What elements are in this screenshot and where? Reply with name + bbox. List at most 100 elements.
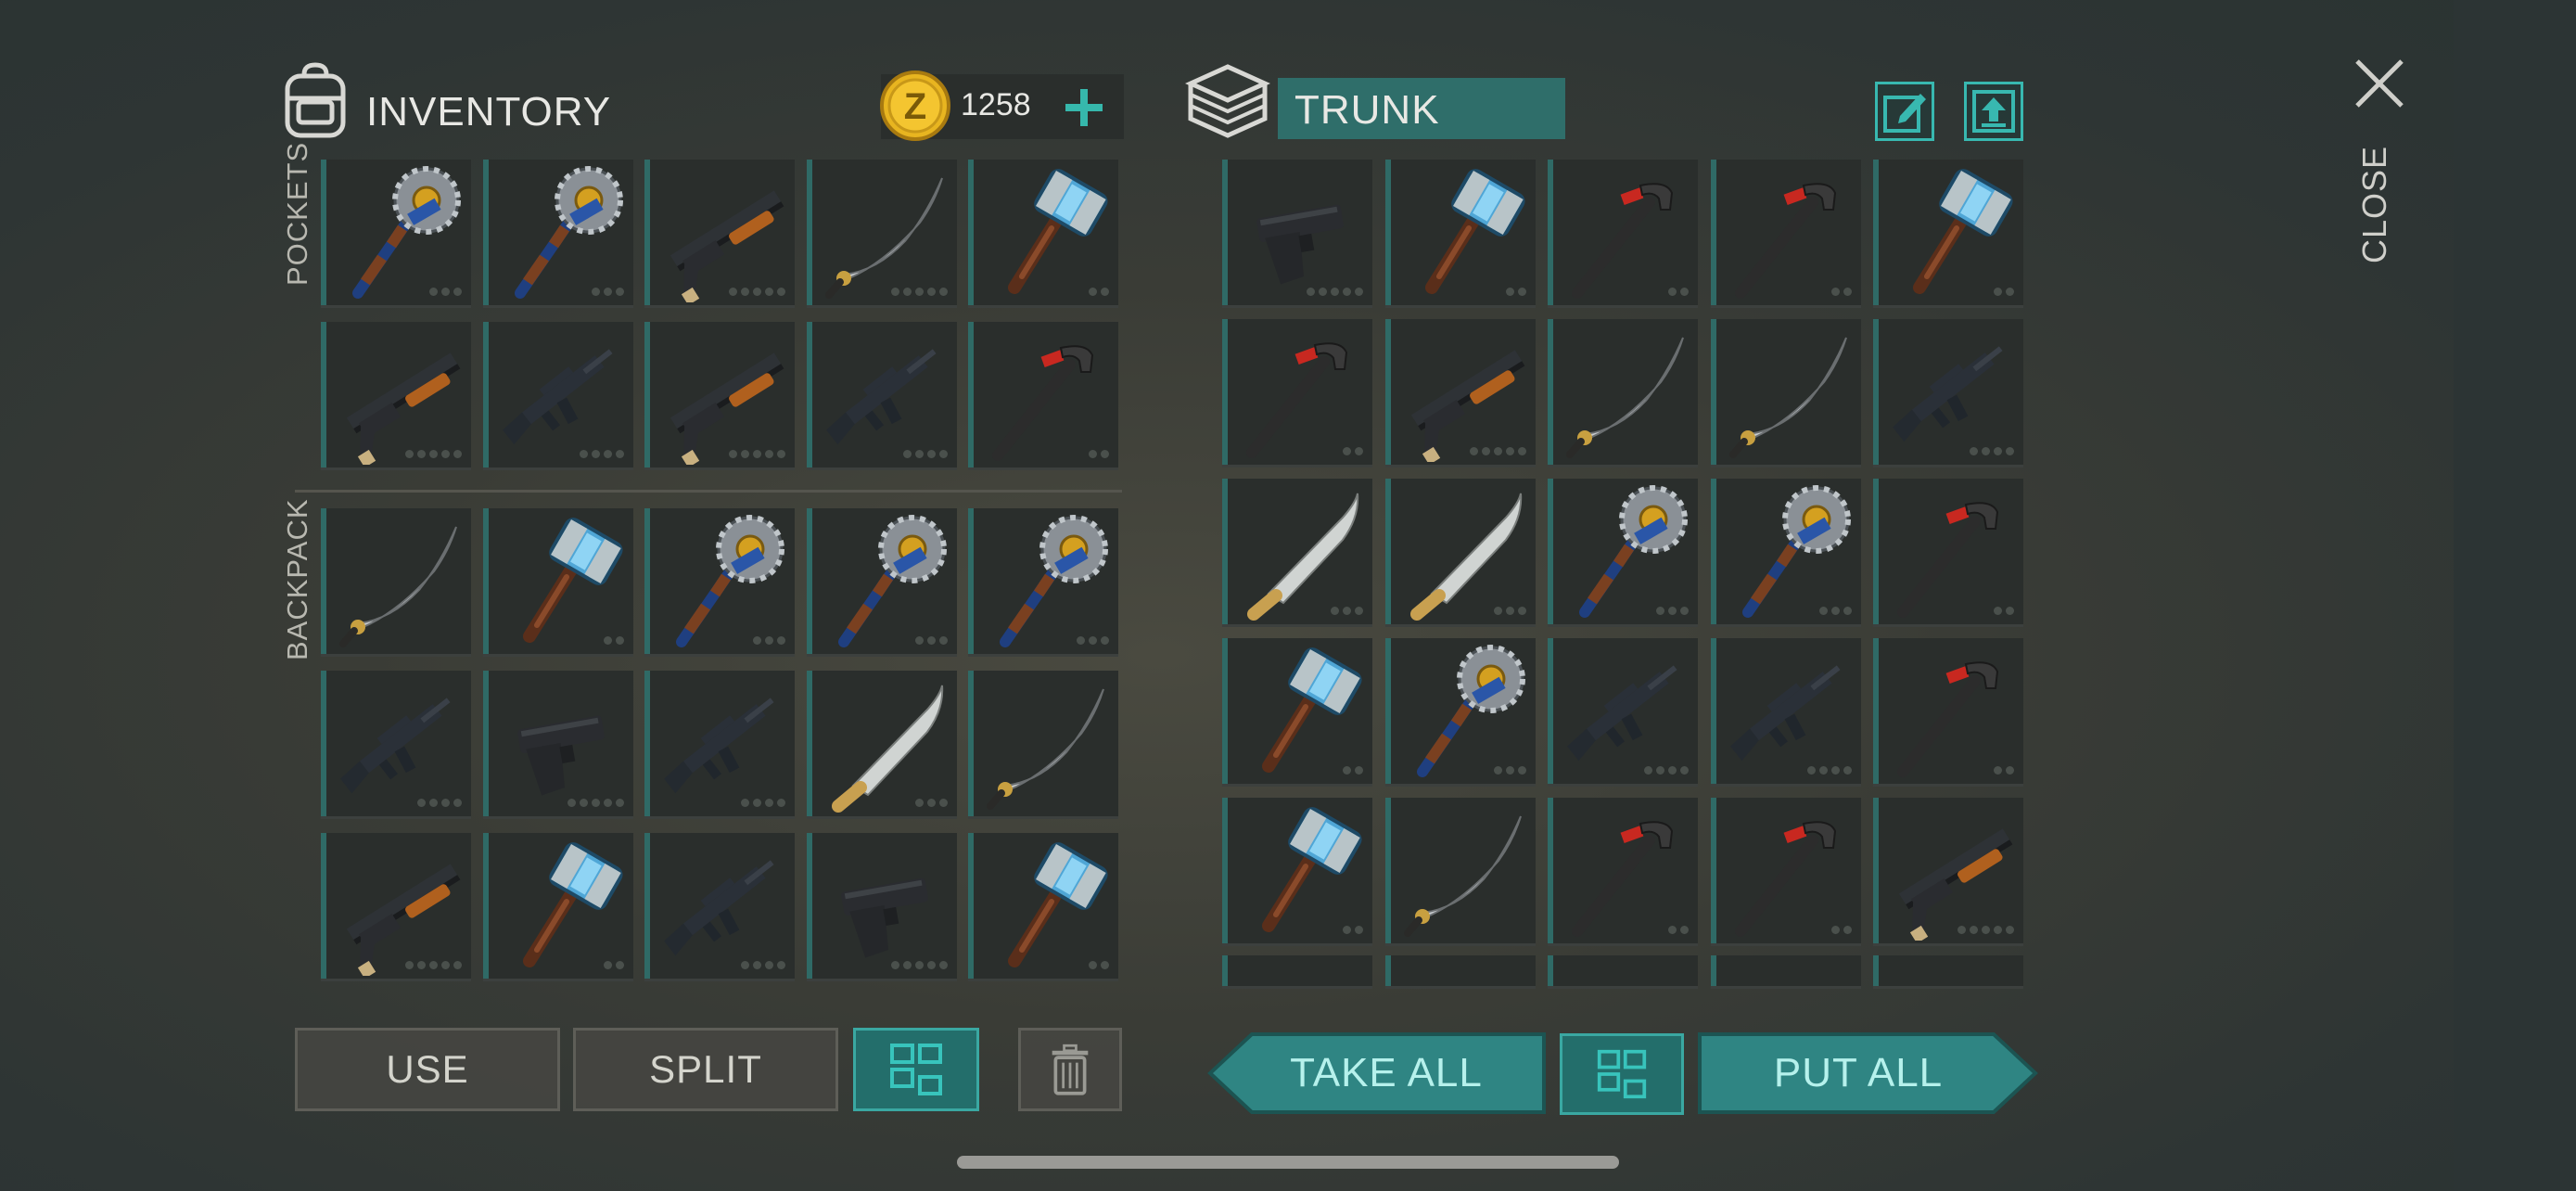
inventory-slot[interactable]: [1873, 798, 2023, 946]
inventory-slot[interactable]: [644, 671, 795, 819]
durability-dots: [729, 450, 785, 458]
split-button[interactable]: SPLIT: [573, 1028, 838, 1111]
durability-dots: [1970, 447, 2014, 455]
inventory-slot[interactable]: [321, 508, 471, 657]
inventory-slot[interactable]: [806, 508, 957, 657]
use-button[interactable]: USE: [295, 1028, 560, 1111]
inventory-slot[interactable]: [968, 671, 1118, 819]
inventory-slot[interactable]: [1548, 160, 1698, 308]
inventory-slot[interactable]: [1384, 479, 1536, 627]
spiked-mace-icon: [352, 166, 461, 299]
inventory-slot[interactable]: [968, 322, 1118, 470]
empty-slot[interactable]: [1710, 955, 1861, 989]
close-label[interactable]: CLOSE: [2355, 146, 2394, 263]
durability-dots: [1505, 288, 1526, 296]
inventory-slot[interactable]: [1384, 160, 1536, 308]
trunk-sort-button[interactable]: [1560, 1033, 1684, 1115]
sledgehammer-icon: [1262, 807, 1362, 932]
inventory-slot[interactable]: [1384, 319, 1536, 467]
inventory-slot[interactable]: [482, 833, 633, 981]
inventory-slot[interactable]: [644, 508, 795, 657]
empty-slot[interactable]: [1873, 955, 2023, 989]
shotgun-icon: [670, 190, 784, 302]
katana-icon: [339, 526, 457, 647]
assault-rifle-icon: [1729, 665, 1841, 762]
inventory-slot[interactable]: [482, 671, 633, 819]
inventory-slot[interactable]: [1873, 479, 2023, 627]
durability-dots: [1089, 288, 1109, 296]
inventory-slot[interactable]: [1384, 798, 1536, 946]
sledgehammer-icon: [1008, 842, 1108, 967]
durability-dots: [1958, 926, 2014, 934]
inventory-slot[interactable]: [1548, 798, 1698, 946]
durability-dots: [1994, 766, 2014, 775]
delete-button[interactable]: [1018, 1028, 1122, 1111]
trunk-icon: [1184, 61, 1271, 139]
durability-dots: [1089, 961, 1109, 969]
durability-dots: [405, 450, 462, 458]
durability-dots: [1343, 766, 1363, 775]
inventory-slot[interactable]: [968, 160, 1118, 308]
close-button[interactable]: [2352, 56, 2407, 111]
sort-button[interactable]: [853, 1028, 979, 1111]
durability-dots: [729, 288, 785, 296]
inventory-slot[interactable]: [1384, 638, 1536, 787]
inventory-slot[interactable]: [1548, 319, 1698, 467]
add-coins-button[interactable]: [1062, 85, 1106, 130]
upload-icon: [1972, 90, 2015, 133]
durability-dots: [1307, 288, 1363, 296]
upload-button[interactable]: [1964, 82, 2023, 141]
inventory-slot[interactable]: [1710, 638, 1861, 787]
home-indicator[interactable]: [957, 1156, 1619, 1169]
inventory-slot[interactable]: [321, 833, 471, 981]
durability-dots: [603, 961, 624, 969]
empty-slot[interactable]: [1384, 955, 1536, 989]
rename-button[interactable]: [1875, 82, 1934, 141]
durability-dots: [405, 961, 462, 969]
inventory-slot[interactable]: [644, 833, 795, 981]
durability-dots: [1089, 450, 1109, 458]
inventory-slot[interactable]: [1222, 798, 1372, 946]
inventory-slot[interactable]: [321, 160, 471, 308]
inventory-slot[interactable]: [1548, 638, 1698, 787]
inventory-slot[interactable]: [1710, 798, 1861, 946]
sledgehammer-icon: [1913, 169, 2013, 294]
inventory-slot[interactable]: [968, 508, 1118, 657]
inventory-slot[interactable]: [482, 508, 633, 657]
assault-rifle-icon: [664, 698, 774, 794]
inventory-slot[interactable]: [1873, 638, 2023, 787]
inventory-slot[interactable]: [482, 160, 633, 308]
inventory-slot[interactable]: [1222, 160, 1372, 308]
put-all-button[interactable]: PUT ALL: [1697, 1031, 2038, 1115]
empty-slot[interactable]: [1548, 955, 1698, 989]
sledgehammer-icon: [1424, 169, 1525, 294]
inventory-slot[interactable]: [1222, 638, 1372, 787]
assault-rifle-icon: [1893, 346, 2003, 442]
take-all-button[interactable]: TAKE ALL: [1207, 1031, 1547, 1115]
inventory-title: INVENTORY: [366, 89, 612, 134]
inventory-slot[interactable]: [1222, 319, 1372, 467]
inventory-slot[interactable]: [1548, 479, 1698, 627]
backpack-icon: [278, 61, 352, 139]
durability-dots: [753, 636, 785, 645]
claw-hammer-icon: [1734, 183, 1836, 299]
inventory-slot[interactable]: [968, 833, 1118, 981]
inventory-slot[interactable]: [1222, 479, 1372, 627]
inventory-slot[interactable]: [1710, 319, 1861, 467]
inventory-slot[interactable]: [1710, 479, 1861, 627]
sledgehammer-icon: [522, 842, 623, 967]
inventory-slot[interactable]: [482, 322, 633, 470]
inventory-slot[interactable]: [806, 160, 957, 308]
inventory-slot[interactable]: [806, 322, 957, 470]
inventory-slot[interactable]: [1710, 160, 1861, 308]
inventory-slot[interactable]: [644, 322, 795, 470]
inventory-slot[interactable]: [1873, 319, 2023, 467]
durability-dots: [890, 961, 948, 969]
inventory-slot[interactable]: [806, 671, 957, 819]
inventory-slot[interactable]: [644, 160, 795, 308]
inventory-slot[interactable]: [321, 671, 471, 819]
inventory-slot[interactable]: [1873, 160, 2023, 308]
inventory-slot[interactable]: [806, 833, 957, 981]
inventory-slot[interactable]: [321, 322, 471, 470]
empty-slot[interactable]: [1222, 955, 1372, 989]
